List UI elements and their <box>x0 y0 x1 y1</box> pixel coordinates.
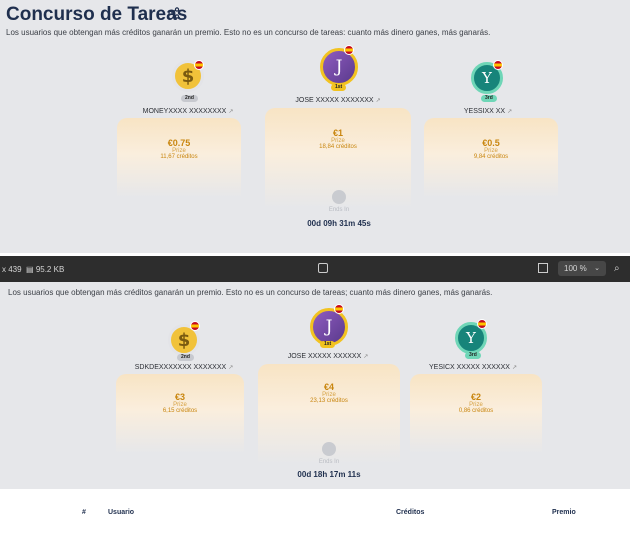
fit-to-screen-icon[interactable] <box>318 263 328 273</box>
money-bag-icon: $ <box>181 65 195 87</box>
user-name-second[interactable]: SDKDEXXXXXXX XXXXXXX ↗ <box>124 364 244 371</box>
prize-amount: €1 <box>332 128 343 138</box>
credits-value: 11,67 créditos <box>160 154 198 160</box>
chevron-down-icon: ⌄ <box>594 265 600 272</box>
spain-flag-icon <box>493 60 503 70</box>
user-name-third[interactable]: YESICX XXXXX XXXXXX ↗ <box>418 364 528 371</box>
clock-icon <box>322 442 336 456</box>
external-link-icon: ↗ <box>228 109 234 115</box>
clock-icon <box>332 190 346 204</box>
prize-card-second: €0.75 Prize 11,67 créditos <box>117 118 241 198</box>
external-link-icon: ↗ <box>228 365 234 371</box>
image-viewer-toolbar: x 439 ▤ 95.2 KB 100 % ⌄ ⌕ <box>0 256 630 282</box>
prize-card-third: €2 Prize 0,86 créditos <box>410 374 542 454</box>
credits-value: 9,84 créditos <box>473 154 509 160</box>
credits-value: 0,86 créditos <box>458 408 494 414</box>
spain-flag-icon <box>334 304 344 314</box>
prize-card-third: €0.5 Prize 9,84 créditos <box>424 118 558 198</box>
table-header-prize: Premio <box>552 509 576 516</box>
zoom-search-icon[interactable]: ⌕ <box>614 263 620 274</box>
prize-amount: €0.5 <box>482 138 500 148</box>
table-header-credits: Créditos <box>396 509 425 516</box>
ends-in-label: Ends In <box>328 207 350 213</box>
spain-flag-icon <box>344 45 354 55</box>
rank-badge-2nd: 2nd <box>177 354 194 361</box>
countdown-timer: 00d 18h 17m 11s <box>297 470 361 479</box>
prize-amount: €4 <box>323 382 334 392</box>
ends-in-label: Ends In <box>318 459 340 465</box>
table-header-rank: # <box>82 509 86 516</box>
user-name-second[interactable]: MONEYXXXX XXXXXXXX ↗ <box>138 108 238 115</box>
rank-badge-3rd: 3rd <box>465 352 481 359</box>
contest-panel-top: Concurso de Tareas Los usuarios que obte… <box>0 0 630 253</box>
credits-value: 18,84 créditos <box>319 144 357 150</box>
share-icon[interactable] <box>168 6 180 22</box>
countdown-timer: 00d 09h 31m 45s <box>307 219 371 228</box>
user-name-first[interactable]: JOSE XXXXX XXXXXX ↗ <box>278 353 378 360</box>
spain-flag-icon <box>477 319 487 329</box>
rank-badge-1st: 1st <box>320 341 336 348</box>
user-name-third[interactable]: YESSIXX XX ↗ <box>438 108 538 115</box>
file-size: 95.2 KB <box>35 265 65 274</box>
prize-amount: €2 <box>470 392 481 402</box>
credits-value: 23,13 créditos <box>310 398 348 404</box>
money-bag-icon: $ <box>177 329 191 351</box>
table-header-user: Usuario <box>108 509 135 516</box>
spain-flag-icon <box>190 321 200 331</box>
external-link-icon: ↗ <box>511 365 517 371</box>
user-name-first[interactable]: JOSE XXXXX XXXXXXX ↗ <box>288 97 388 104</box>
prize-card-second: €3 Prize 6,15 créditos <box>116 374 244 454</box>
external-link-icon: ↗ <box>363 354 369 360</box>
prize-amount: €3 <box>174 392 185 402</box>
image-dimensions: x 439 ▤ 95.2 KB <box>2 265 65 274</box>
zoom-select[interactable]: 100 % ⌄ <box>558 261 606 276</box>
page-title: Concurso de Tareas <box>6 4 188 25</box>
contest-description: Los usuarios que obtengan más créditos g… <box>6 28 491 37</box>
contest-panel-bottom: Los usuarios que obtengan más créditos g… <box>0 282 630 534</box>
rank-badge-2nd: 2nd <box>181 95 198 102</box>
rank-badge-1st: 1st <box>331 84 347 91</box>
spain-flag-icon <box>194 60 204 70</box>
external-link-icon: ↗ <box>507 109 513 115</box>
contest-description: Los usuarios que obtengan más créditos g… <box>8 288 493 297</box>
rank-badge-3rd: 3rd <box>481 95 497 102</box>
external-link-icon: ↗ <box>375 98 381 104</box>
credits-value: 6,15 créditos <box>162 408 198 414</box>
prize-amount: €0.75 <box>167 138 191 148</box>
fullscreen-icon[interactable] <box>538 263 548 273</box>
